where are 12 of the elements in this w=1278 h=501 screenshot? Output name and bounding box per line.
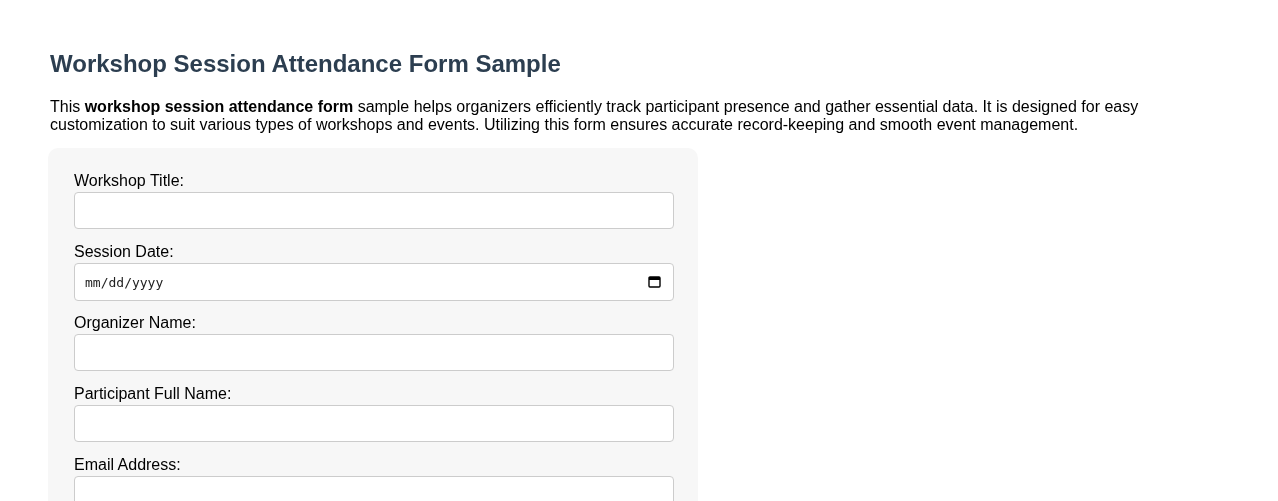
text-field[interactable] (74, 192, 674, 229)
field-label: Workshop Title: (74, 172, 185, 190)
page-title: Workshop Session Attendance Form Sample (50, 50, 562, 78)
field-label: Email Address: (74, 456, 182, 474)
text-field[interactable] (74, 405, 674, 442)
date-field[interactable]: mm/dd/yyyy (74, 263, 674, 301)
field-label: Participant Full Name: (74, 385, 233, 403)
intro-paragraph: This workshop session attendance form sample helps organizers efficiently track participant presence and gather essential data. It is designed for easy customization to suit various types of workshops and events. Utilizing this form ensures accurate record-keeping and smooth event management. (50, 98, 1140, 134)
field-label: Session Date: (74, 243, 175, 261)
text-field[interactable] (74, 334, 674, 371)
calendar-icon[interactable] (648, 275, 661, 288)
field-label: Organizer Name: (74, 314, 197, 332)
